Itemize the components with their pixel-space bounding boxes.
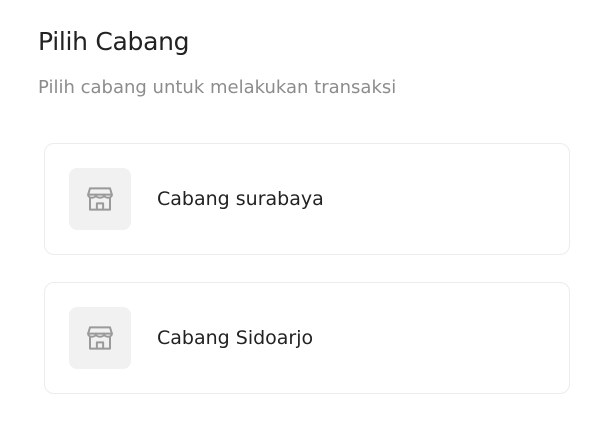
branch-card-surabaya[interactable]: Cabang surabaya bbox=[44, 143, 570, 255]
page-title: Pilih Cabang bbox=[38, 27, 190, 56]
branch-card-sidoarjo[interactable]: Cabang Sidoarjo bbox=[44, 282, 570, 394]
page-subtitle: Pilih cabang untuk melakukan transaksi bbox=[38, 77, 397, 98]
store-icon bbox=[87, 187, 113, 211]
branch-list: Cabang surabaya Cabang Sidoarjo bbox=[44, 143, 570, 421]
branch-icon-box bbox=[69, 307, 131, 369]
branch-label: Cabang Sidoarjo bbox=[157, 327, 314, 349]
branch-label: Cabang surabaya bbox=[157, 188, 324, 210]
branch-icon-box bbox=[69, 168, 131, 230]
store-icon bbox=[87, 326, 113, 350]
